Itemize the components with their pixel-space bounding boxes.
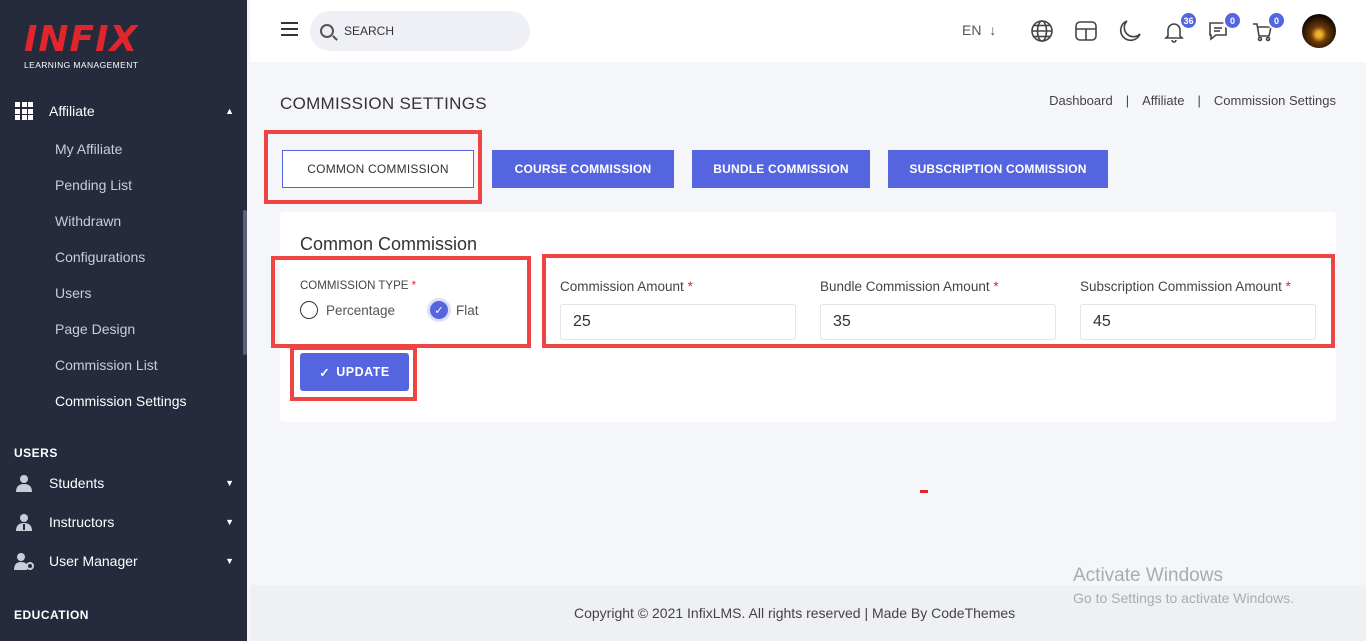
commission-amount-label: Commission Amount * (560, 279, 693, 294)
subscription-amount-input[interactable] (1080, 304, 1316, 340)
logo[interactable]: INFIX LEARNING MANAGEMENT (24, 19, 139, 71)
commission-type-label: COMMISSION TYPE * (300, 280, 416, 292)
red-mark (920, 490, 928, 493)
page-title: COMMISSION SETTINGS (280, 94, 487, 113)
check-icon: ✓ (319, 365, 331, 380)
message-badge: 0 (1223, 11, 1242, 30)
radio-percentage[interactable]: Percentage (300, 301, 395, 319)
sidebar-item-page-design[interactable]: Page Design (55, 321, 135, 337)
user-gear-icon (14, 552, 34, 570)
sidebar-item-label: Affiliate (49, 103, 95, 119)
sidebar: INFIX LEARNING MANAGEMENT Affiliate ▲ My… (0, 0, 247, 641)
breadcrumb: Dashboard | Affiliate | Commission Setti… (1049, 93, 1336, 108)
tab-common-commission[interactable]: COMMON COMMISSION (282, 150, 474, 188)
sidebar-item-label: Students (49, 475, 105, 491)
radio-circle (300, 301, 318, 319)
brand-tagline: LEARNING MANAGEMENT (24, 60, 139, 70)
required-mark: * (1285, 279, 1291, 294)
language-label: EN (962, 22, 982, 38)
brand-name: INFIX (24, 19, 139, 60)
cart-icon[interactable]: 0 (1250, 11, 1286, 43)
subscription-amount-label: Subscription Commission Amount * (1080, 279, 1291, 294)
chevron-up-icon: ▲ (225, 106, 234, 116)
notification-badge: 36 (1179, 11, 1198, 30)
bell-icon[interactable]: 36 (1162, 11, 1198, 43)
grid-icon (14, 102, 34, 120)
avatar[interactable] (1302, 14, 1336, 48)
search-input[interactable] (344, 24, 514, 38)
commission-amount-input[interactable] (560, 304, 796, 340)
breadcrumb-separator: | (1125, 93, 1130, 108)
chevron-down-icon: ▼ (225, 517, 234, 527)
chevron-down-icon: ▼ (225, 478, 234, 488)
required-mark: * (993, 279, 999, 294)
sidebar-item-pending-list[interactable]: Pending List (55, 177, 132, 193)
activation-watermark-text: Go to Settings to activate Windows. (1073, 590, 1294, 606)
user-icon (14, 474, 34, 492)
sidebar-item-label: Instructors (49, 514, 115, 530)
commission-type-text: COMMISSION TYPE (300, 280, 409, 292)
sidebar-item-users[interactable]: Users (55, 285, 92, 301)
chat-icon[interactable]: 0 (1206, 11, 1242, 43)
label-text: Subscription Commission Amount (1080, 279, 1282, 294)
instructor-icon (14, 513, 34, 531)
breadcrumb-affiliate[interactable]: Affiliate (1142, 93, 1184, 108)
language-select[interactable]: EN ↓ (962, 22, 996, 38)
label-text: Bundle Commission Amount (820, 279, 990, 294)
section-label-education: EDUCATION (14, 608, 89, 622)
sidebar-item-my-affiliate[interactable]: My Affiliate (55, 141, 122, 157)
layout-icon[interactable] (1074, 19, 1098, 43)
tab-course-commission[interactable]: COURSE COMMISSION (492, 150, 674, 188)
radio-label: Flat (456, 302, 479, 318)
breadcrumb-dashboard[interactable]: Dashboard (1049, 93, 1113, 108)
radio-flat[interactable]: ✓ Flat (430, 301, 479, 319)
sidebar-item-commission-settings[interactable]: Commission Settings (55, 393, 187, 409)
sidebar-item-students[interactable]: Students ▼ (14, 471, 234, 495)
bundle-amount-input[interactable] (820, 304, 1056, 340)
card-title: Common Commission (300, 234, 478, 254)
bundle-amount-label: Bundle Commission Amount * (820, 279, 999, 294)
section-label-users: USERS (14, 446, 58, 460)
breadcrumb-separator: | (1197, 93, 1201, 108)
update-button[interactable]: ✓ UPDATE (300, 353, 409, 391)
radio-label: Percentage (326, 302, 396, 318)
sidebar-item-commission-list[interactable]: Commission List (55, 357, 158, 373)
sidebar-item-user-manager[interactable]: User Manager ▼ (14, 549, 234, 573)
breadcrumb-current: Commission Settings (1213, 93, 1336, 108)
sidebar-item-affiliate[interactable]: Affiliate ▲ (14, 99, 234, 123)
menu-icon[interactable] (281, 22, 298, 36)
search-icon (320, 24, 334, 38)
sidebar-item-instructors[interactable]: Instructors ▼ (14, 510, 234, 534)
label-text: Commission Amount (560, 279, 684, 294)
arrow-down-icon: ↓ (989, 22, 997, 38)
activation-watermark-title: Activate Windows (1073, 565, 1223, 586)
top-header: EN ↓ 36 0 0 (250, 0, 1366, 62)
footer-copyright: Copyright © 2021 InfixLMS. All rights re… (574, 605, 1016, 621)
sidebar-item-configurations[interactable]: Configurations (55, 249, 145, 265)
sidebar-item-withdrawn[interactable]: Withdrawn (55, 213, 121, 229)
tab-subscription-commission[interactable]: SUBSCRIPTION COMMISSION (888, 150, 1108, 188)
update-label: UPDATE (336, 365, 390, 379)
globe-icon[interactable] (1030, 19, 1054, 43)
cart-badge: 0 (1267, 11, 1286, 30)
sidebar-scrollbar[interactable] (243, 210, 247, 355)
check-icon: ✓ (430, 301, 448, 319)
tab-bundle-commission[interactable]: BUNDLE COMMISSION (692, 150, 870, 188)
chevron-down-icon: ▼ (225, 556, 234, 566)
required-mark: * (687, 279, 693, 294)
sidebar-item-label: User Manager (49, 553, 138, 569)
search-box[interactable] (310, 11, 530, 51)
required-mark: * (411, 280, 417, 292)
moon-icon[interactable] (1118, 19, 1142, 43)
